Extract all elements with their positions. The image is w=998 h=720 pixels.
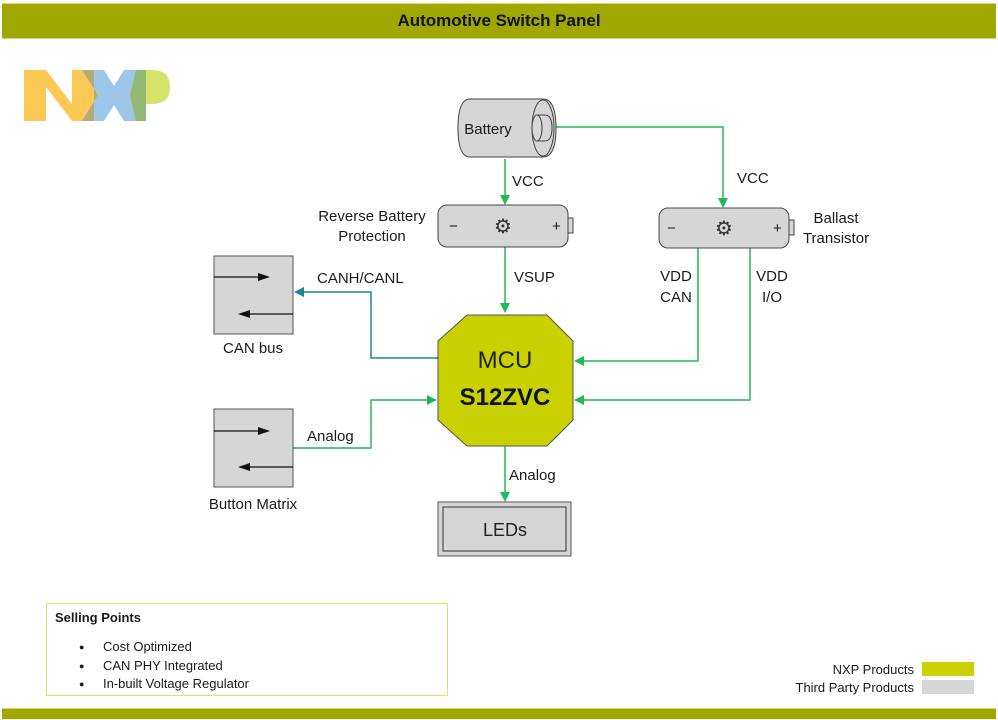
- minus-sign: −: [449, 218, 458, 235]
- leds-analog-label: Analog: [509, 467, 556, 484]
- legend: NXP Products Third Party Products: [795, 660, 974, 696]
- vcc-label-right: VCC: [737, 170, 769, 187]
- legend-swatch-third-party: [922, 680, 974, 694]
- leds-label: LEDs: [483, 520, 527, 540]
- plus-sign: +: [773, 220, 782, 237]
- plus-sign: +: [552, 218, 561, 235]
- rbp-label-line1: Reverse Battery: [318, 208, 426, 225]
- legend-label: Third Party Products: [795, 679, 915, 695]
- mcu-part-number: S12ZVC: [460, 384, 551, 411]
- selling-point-item: CAN PHY Integrated: [77, 657, 249, 676]
- selling-points-box: Selling Points Cost Optimized CAN PHY In…: [46, 603, 448, 696]
- button-analog-label: Analog: [307, 428, 354, 445]
- vdd-io-label-line1: VDD: [756, 268, 788, 285]
- logo-n: [24, 70, 94, 121]
- gear-icon: ⚙: [494, 216, 512, 238]
- legend-swatch-nxp: [922, 662, 974, 676]
- battery-label: Battery: [464, 121, 512, 138]
- gear-icon: ⚙: [715, 218, 733, 240]
- mcu-label: MCU: [478, 347, 533, 374]
- can-bus-label: CAN bus: [223, 340, 283, 357]
- can-bus-block[interactable]: CAN bus: [213, 255, 294, 357]
- wire-battery-ballast: [556, 126, 728, 208]
- wire-can-bus: [294, 287, 445, 363]
- selling-points-header: Selling Points: [55, 610, 141, 625]
- selling-points-list: Cost Optimized CAN PHY Integrated In-bui…: [77, 638, 249, 694]
- button-matrix-block[interactable]: Button Matrix: [209, 408, 298, 513]
- ballast-label-line1: Ballast: [813, 210, 859, 227]
- selling-point-item: Cost Optimized: [77, 638, 249, 657]
- minus-sign: −: [667, 220, 676, 237]
- battery-block[interactable]: Battery: [457, 98, 557, 158]
- footer-bar: [2, 708, 996, 719]
- vdd-can-label-line1: VDD: [660, 268, 692, 285]
- ballast-label-line2: Transistor: [803, 230, 869, 247]
- leds-block[interactable]: LEDs: [437, 501, 572, 557]
- legend-item-nxp: NXP Products: [796, 660, 974, 678]
- reverse-battery-protection-block[interactable]: − + ⚙ Reverse Battery Protection: [318, 204, 574, 248]
- selling-point-item: In-built Voltage Regulator: [77, 675, 249, 694]
- vcc-label-left: VCC: [512, 173, 544, 190]
- button-matrix-label: Button Matrix: [209, 496, 298, 513]
- vdd-io-label-line2: I/O: [762, 289, 782, 306]
- mcu-block[interactable]: MCU S12ZVC: [437, 314, 574, 447]
- rbp-label-line2: Protection: [338, 228, 406, 245]
- vdd-can-label-line2: CAN: [660, 289, 692, 306]
- ballast-transistor-block[interactable]: − + ⚙ Ballast Transistor: [658, 207, 869, 249]
- nxp-logo: [24, 70, 170, 121]
- vsup-label: VSUP: [514, 269, 555, 286]
- canh-canl-label: CANH/CANL: [317, 270, 404, 287]
- legend-label: NXP Products: [832, 661, 914, 677]
- legend-item-third-party: Third Party Products: [795, 678, 974, 696]
